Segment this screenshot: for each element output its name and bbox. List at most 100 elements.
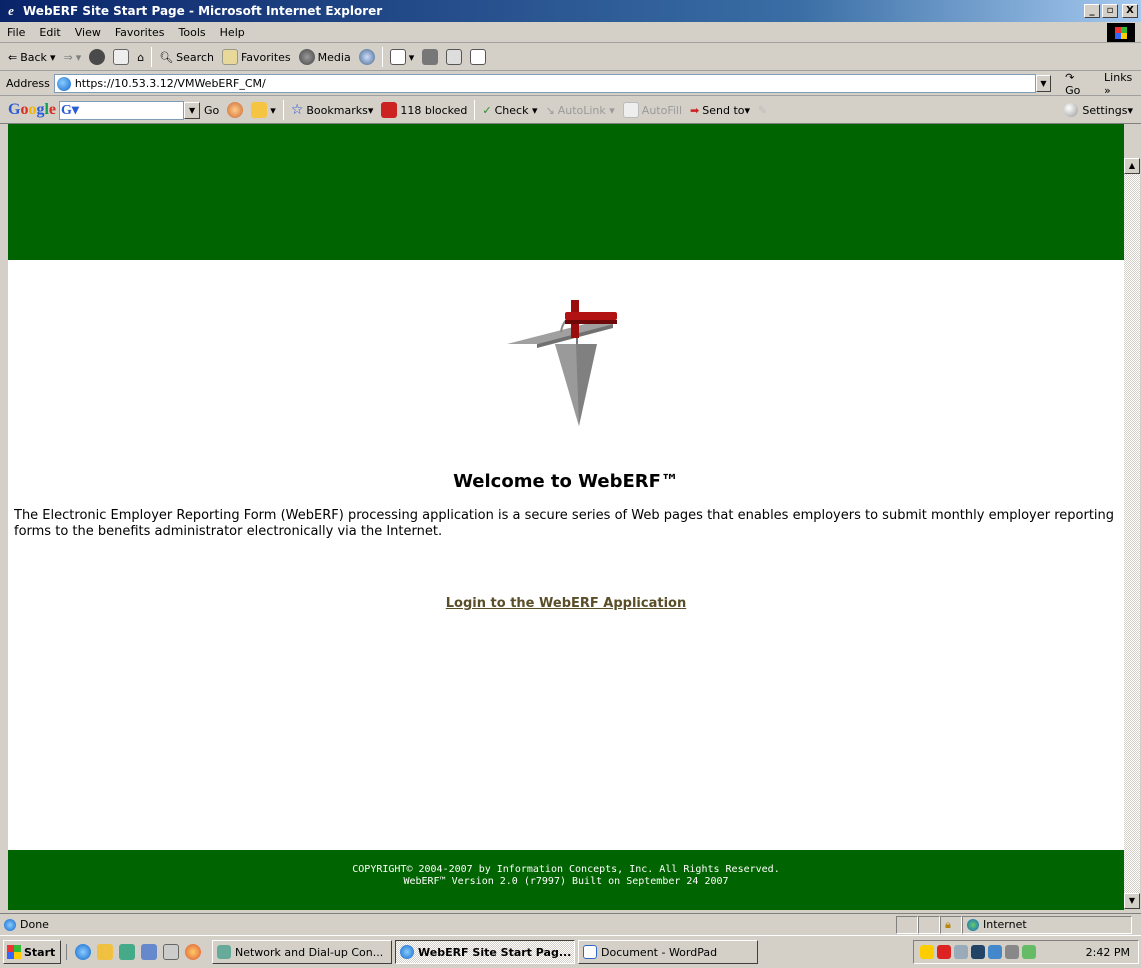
bookmarks-label: Bookmarks▾ (306, 103, 374, 117)
ie-icon[interactable] (75, 944, 91, 960)
toolbar-separator (151, 47, 153, 67)
scroll-down-button[interactable]: ▼ (1124, 893, 1140, 909)
google-search-dropdown[interactable]: ▼ (184, 101, 201, 119)
back-arrow-icon: ⇐ (8, 50, 18, 64)
spellcheck-button[interactable]: ✓ Check ▾ (478, 104, 541, 117)
acrobat-icon[interactable] (937, 945, 951, 959)
toolbar-separator (474, 100, 476, 120)
media-button[interactable]: Media (295, 49, 355, 65)
maximize-button[interactable]: ▫ (1102, 4, 1118, 18)
status-text: Done (20, 918, 49, 931)
menu-tools[interactable]: Tools (172, 26, 213, 39)
address-url: https://10.53.3.12/VMWebERF_CM/ (74, 77, 266, 90)
highlight-button[interactable]: ✎ (754, 104, 771, 117)
popup-blocker-button[interactable]: 118 blocked (377, 102, 471, 118)
stop-button[interactable] (85, 49, 109, 65)
refresh-button[interactable] (109, 49, 133, 65)
favorites-icon (221, 49, 238, 65)
volume-icon[interactable] (920, 945, 934, 959)
autofill-icon (622, 102, 639, 118)
menu-view[interactable]: View (68, 26, 108, 39)
task-label: WebERF Site Start Pag... (418, 945, 572, 959)
go-button[interactable]: ↷ Go (1065, 71, 1092, 97)
address-input[interactable]: https://10.53.3.12/VMWebERF_CM/ (53, 74, 1036, 93)
links-button[interactable]: Links » (1104, 71, 1141, 97)
discuss-icon (470, 49, 487, 65)
search-button[interactable]: 🔍︎ Search (155, 51, 218, 64)
mail-button[interactable]: ▾ (386, 49, 419, 65)
autolink-label: AutoLink ▾ (557, 103, 615, 117)
tray-app-icon[interactable] (954, 945, 968, 959)
window-title-bar[interactable]: e WebERF Site Start Page - Microsoft Int… (0, 0, 1141, 22)
network-status-icon[interactable] (971, 945, 985, 959)
taskbar-item-network[interactable]: Network and Dial-up Con... (212, 940, 392, 964)
menu-file[interactable]: File (0, 26, 32, 39)
news-button[interactable]: ▾ (247, 102, 280, 118)
weberf-logo (8, 260, 1124, 465)
show-desktop-icon[interactable] (141, 944, 157, 960)
news-icon (251, 102, 268, 118)
status-cell (918, 915, 940, 934)
back-button[interactable]: ⇐ Back ▾ (4, 51, 59, 64)
autofill-button[interactable]: AutoFill (619, 102, 686, 118)
windows-logo-icon (7, 945, 21, 959)
version-text: WebERF™ Version 2.0 (r7997) Built on Sep… (403, 876, 729, 887)
go-arrow-icon: ↷ (1065, 70, 1075, 84)
vertical-scrollbar[interactable]: ▲ ▼ (1124, 158, 1140, 909)
discuss-button[interactable] (466, 49, 490, 65)
copyright-text: COPYRIGHT© 2004-2007 by Information Conc… (352, 864, 780, 875)
send-to-icon: ➡ (690, 103, 700, 117)
print-button[interactable] (418, 49, 442, 65)
start-button[interactable]: Start (3, 940, 61, 964)
pagerank-button[interactable] (223, 102, 247, 118)
bookmarks-button[interactable]: ☆ Bookmarks▾ (287, 102, 378, 118)
lock-cell: 🔒︎ (940, 915, 962, 934)
address-label: Address (6, 77, 50, 90)
window-title: WebERF Site Start Page - Microsoft Inter… (23, 4, 383, 18)
menu-edit[interactable]: Edit (32, 26, 67, 39)
menu-bar: File Edit View Favorites Tools Help (0, 22, 1141, 43)
edit-button[interactable] (442, 49, 466, 65)
taskbar-item-wordpad[interactable]: Document - WordPad (578, 940, 758, 964)
google-settings-button[interactable]: Settings▾ (1064, 103, 1133, 117)
taskbar-item-weberf[interactable]: WebERF Site Start Pag... (395, 940, 575, 964)
favorites-button[interactable]: Favorites (218, 49, 295, 65)
pagerank-icon (227, 102, 244, 118)
chevron-down-icon: ▾ (408, 50, 415, 64)
clock[interactable]: 2:42 PM (1086, 946, 1130, 959)
welcome-heading: Welcome to WebERF™ (453, 471, 679, 492)
ie-icon: e (8, 3, 14, 18)
edit-icon (446, 49, 463, 65)
minimize-button[interactable]: _ (1084, 4, 1100, 18)
google-go-button[interactable]: Go (200, 104, 223, 117)
quick-launch (66, 944, 209, 960)
address-dropdown-button[interactable]: ▼ (1035, 75, 1052, 92)
home-button[interactable]: ⌂ (133, 51, 148, 64)
firefox-icon[interactable] (185, 944, 201, 960)
start-label: Start (24, 945, 56, 959)
print-icon (422, 49, 439, 65)
google-logo[interactable]: Google (8, 101, 56, 119)
page-viewport: Welcome to WebERF™ The Electronic Employ… (8, 124, 1124, 910)
forward-button[interactable]: ⇒ ▾ (59, 51, 85, 64)
google-search-input[interactable]: G▾ (59, 100, 185, 120)
notepad-icon[interactable] (163, 944, 179, 960)
menu-help[interactable]: Help (213, 26, 252, 39)
status-text-cell: Done (0, 916, 896, 934)
autolink-button[interactable]: ↘ AutoLink ▾ (541, 104, 618, 117)
send-to-button[interactable]: ➡ Send to▾ (686, 104, 754, 117)
close-button[interactable]: X (1122, 4, 1138, 18)
scroll-up-button[interactable]: ▲ (1124, 158, 1140, 174)
login-link[interactable]: Login to the WebERF Application (446, 596, 686, 611)
lock-tray-icon[interactable] (1005, 945, 1019, 959)
menu-favorites[interactable]: Favorites (108, 26, 172, 39)
monitor-icon[interactable] (988, 945, 1002, 959)
network-icon (217, 945, 231, 959)
outlook-icon[interactable] (97, 944, 113, 960)
ie-icon (400, 945, 414, 959)
explorer-icon[interactable] (119, 944, 135, 960)
system-tray: 2:42 PM (913, 940, 1139, 964)
lock-icon: 🔒︎ (945, 917, 951, 931)
messenger-icon[interactable] (1022, 945, 1036, 959)
history-button[interactable] (355, 49, 379, 65)
